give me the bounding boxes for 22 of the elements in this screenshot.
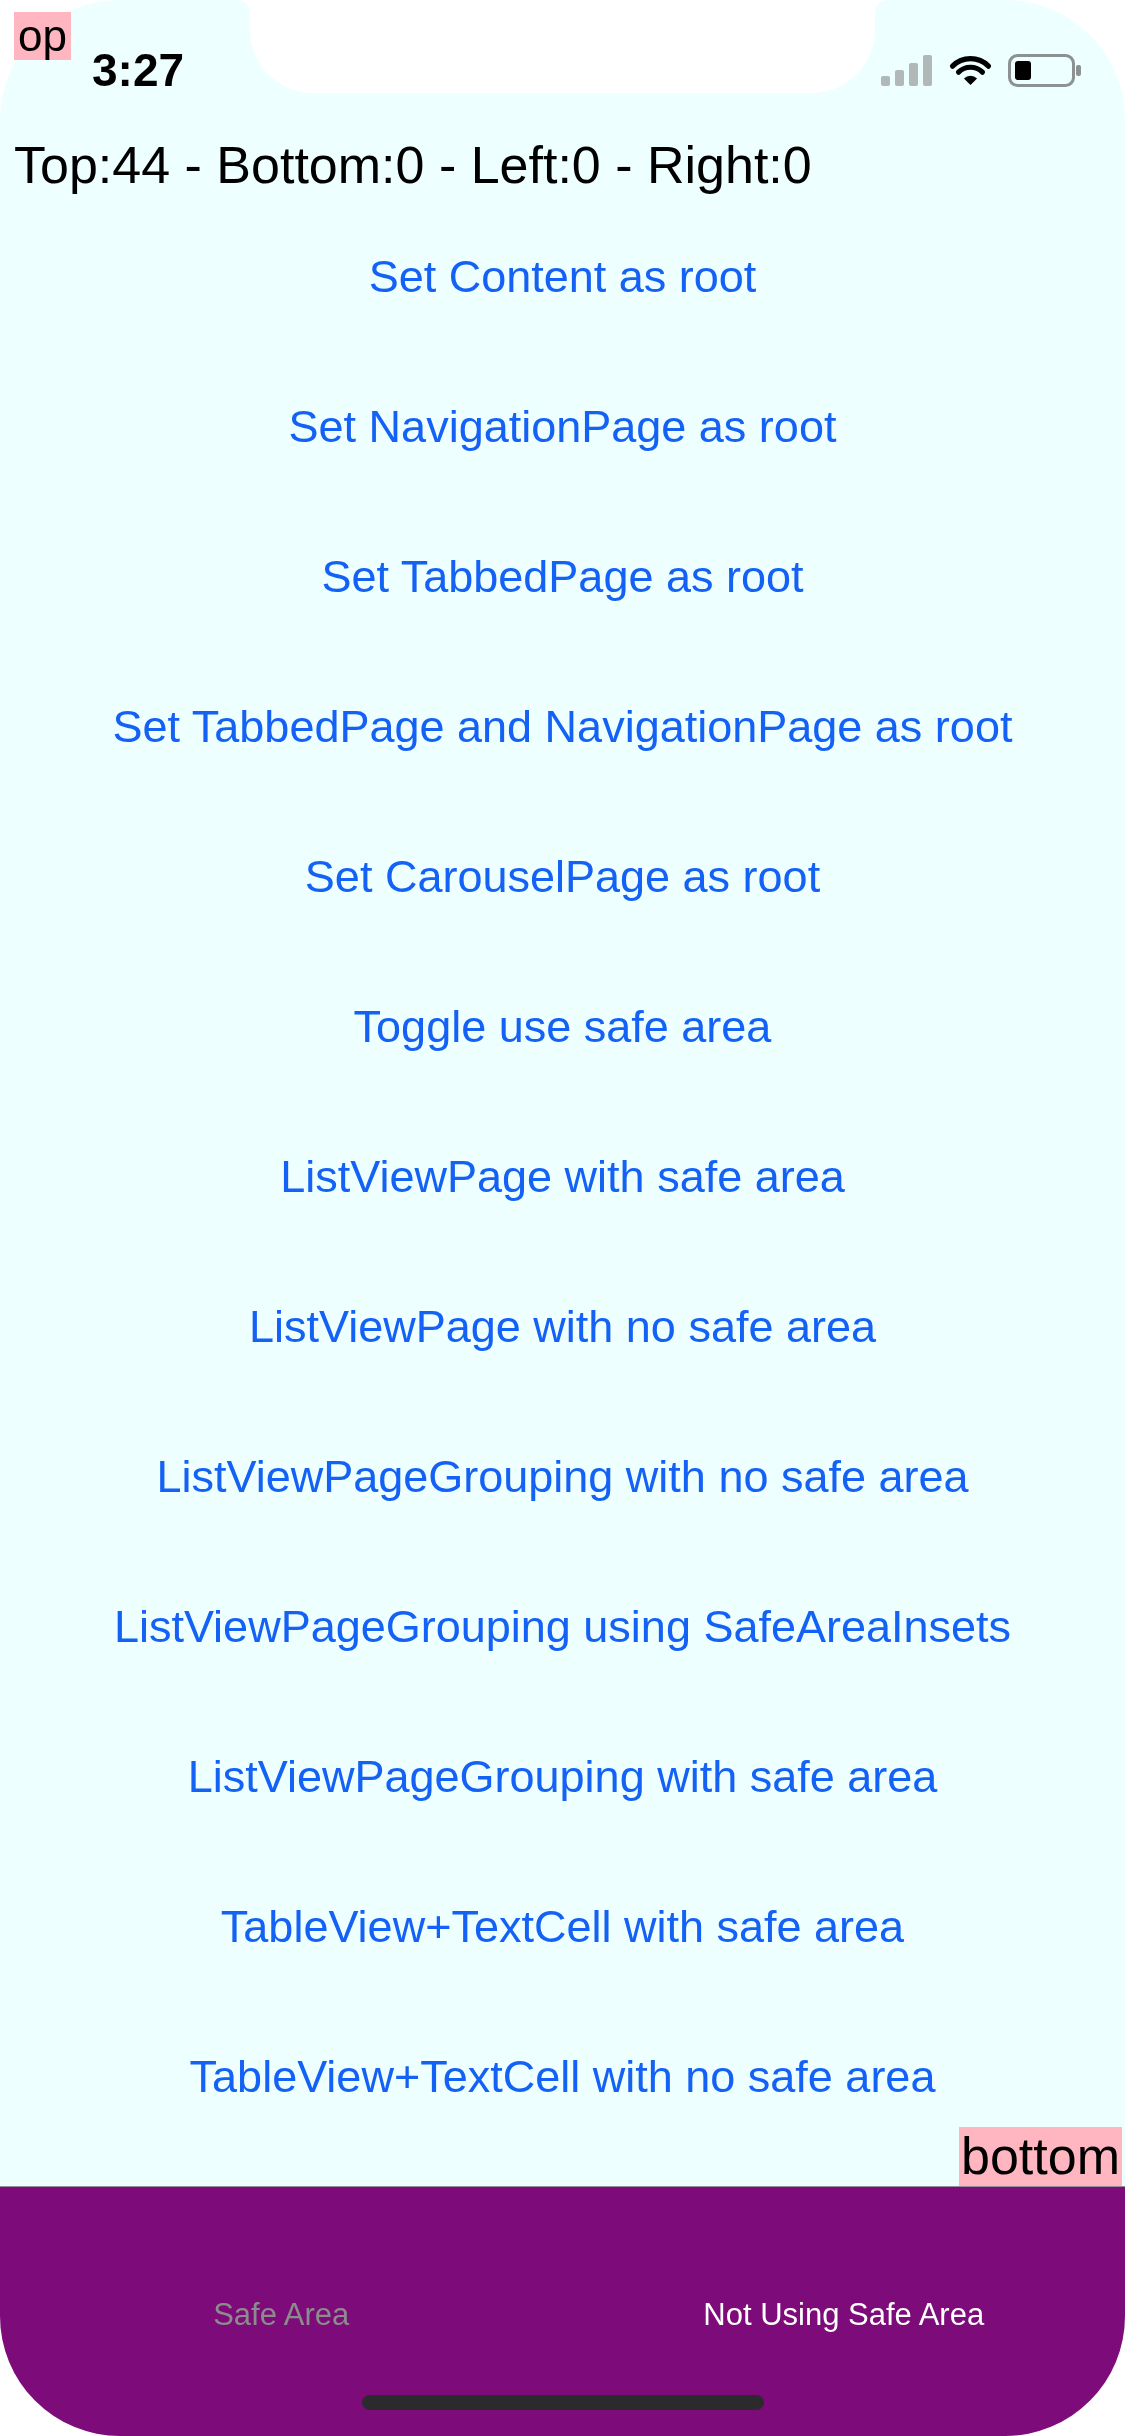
signal-icon [881,54,933,86]
battery-icon [1008,53,1082,87]
status-time: 3:27 [92,47,185,93]
tab[interactable]: Safe Area [207,2287,356,2343]
marker-label: op [14,12,71,60]
text-button[interactable]: Set TabbedPage and NavigationPage as root [104,699,1021,755]
text-button[interactable]: ListViewPage with no safe area [240,1299,885,1355]
text-button[interactable]: TableView+TextCell with safe area [212,1899,913,1955]
text-button[interactable]: Set TabbedPage as root [313,549,812,605]
text-button[interactable]: TableView+TextCell with no safe area [181,2049,944,2105]
text-button[interactable]: Set Content as root [360,249,765,305]
insets-label: Top:44 - Bottom:0 - Left:0 - Right:0 [14,135,812,195]
wifi-icon [947,54,994,86]
text-button[interactable]: ListViewPageGrouping using SafeAreaInsets [105,1599,1020,1655]
text-button[interactable]: ListViewPageGrouping with safe area [179,1749,946,1805]
text-button[interactable]: Set CarouselPage as root [296,849,829,905]
text-button[interactable]: ListViewPageGrouping with no safe area [148,1449,977,1505]
text-button[interactable]: Toggle use safe area [345,999,780,1055]
tab[interactable]: Not Using Safe Area [697,2287,991,2343]
text-button[interactable]: Set NavigationPage as root [280,399,845,455]
text-button[interactable]: ListViewPage with safe area [272,1149,853,1205]
marker-label: bottom [959,2127,1122,2186]
